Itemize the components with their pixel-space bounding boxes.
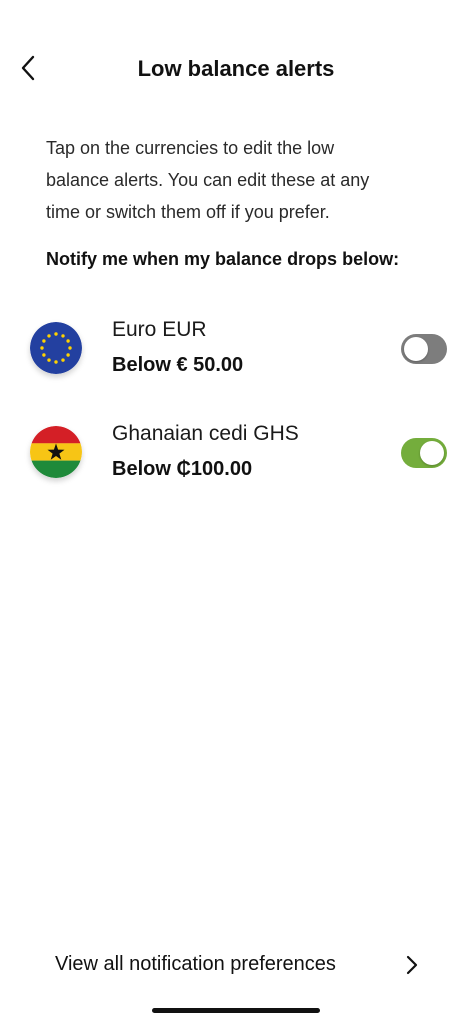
ghana-flag-icon xyxy=(30,426,82,478)
currency-row-eur[interactable]: Euro EUR Below € 50.00 xyxy=(0,308,472,392)
currency-name: Ghanaian cedi GHS xyxy=(112,422,299,445)
footer-link-label: View all notification preferences xyxy=(55,953,336,975)
toggle-knob xyxy=(404,337,428,361)
intro-text: Tap on the currencies to edit the low ba… xyxy=(46,132,436,228)
intro-line: Tap on the currencies to edit the low xyxy=(46,138,335,158)
currency-threshold: Below ₵100.00 xyxy=(112,458,253,480)
header: Low balance alerts xyxy=(0,0,472,140)
alert-toggle-eur[interactable] xyxy=(401,334,447,364)
intro-line: balance alerts. You can edit these at an… xyxy=(46,170,370,190)
currency-threshold: Below € 50.00 xyxy=(112,354,244,376)
alert-toggle-ghs[interactable] xyxy=(401,438,447,468)
home-indicator xyxy=(152,1008,320,1013)
chevron-right-icon xyxy=(406,955,418,975)
currency-name: Euro EUR xyxy=(112,318,207,341)
toggle-knob xyxy=(420,441,444,465)
notify-subheading: Notify me when my balance drops below: xyxy=(46,249,400,269)
eu-flag-icon xyxy=(30,322,82,374)
intro-line: time or switch them off if you prefer. xyxy=(46,202,330,222)
view-notification-preferences-link[interactable]: View all notification preferences xyxy=(0,940,472,990)
page-title: Low balance alerts xyxy=(137,56,335,81)
currency-row-ghs[interactable]: Ghanaian cedi GHS Below ₵100.00 xyxy=(0,412,472,496)
